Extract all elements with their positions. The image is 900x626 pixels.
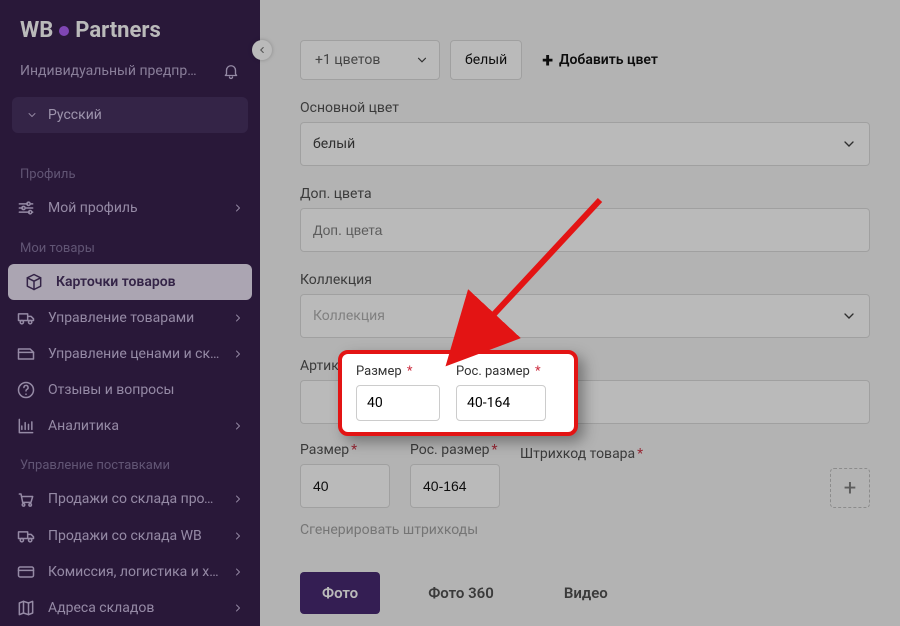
size-row: Размер* Рос. размер* Штрихкод товара* + [300, 442, 870, 508]
chevron-right-icon [232, 602, 244, 614]
nav-prices[interactable]: Управление ценами и скидками [0, 336, 260, 372]
delivery-icon [16, 526, 36, 546]
nav-label: Продажи со склада продавца [48, 491, 220, 507]
tab-photo[interactable]: Фото [300, 572, 380, 614]
chevron-right-icon [232, 530, 244, 542]
chevron-right-icon [232, 312, 244, 324]
logo-wb: WB [20, 18, 53, 43]
truck-icon [16, 308, 36, 328]
ros-size-label: Рос. размер* [410, 442, 500, 458]
add-color-label: Добавить цвет [559, 52, 658, 68]
main-color-select[interactable]: белый [300, 122, 870, 166]
color-chip[interactable]: белый [450, 40, 522, 80]
main-form: +1 цветов белый + Добавить цвет Основной… [260, 0, 900, 626]
collection-label: Коллекция [300, 272, 870, 288]
nav-cards[interactable]: Карточки товаров [8, 264, 252, 300]
box-icon [24, 272, 44, 292]
nav-label: Аналитика [48, 418, 220, 434]
chevron-right-icon [232, 348, 244, 360]
collection-select[interactable]: Коллекция [300, 294, 870, 338]
hl-ros-size-label: Рос. размер * [456, 364, 546, 379]
ros-size-input[interactable] [410, 464, 500, 508]
colors-dropdown[interactable]: +1 цветов [300, 40, 440, 80]
sidebar-collapse-button[interactable] [252, 40, 272, 60]
size-label: Размер* [300, 442, 390, 458]
nav-wb-wh[interactable]: Продажи со склада WB [0, 518, 260, 554]
chevron-down-icon [26, 109, 38, 121]
chevron-down-icon [415, 53, 429, 67]
wallet-icon [16, 562, 36, 582]
media-tabs: Фото Фото 360 Видео [300, 572, 870, 614]
nav-label: Карточки товаров [56, 274, 236, 290]
hl-size-label: Размер * [356, 364, 440, 379]
chevron-down-icon [841, 136, 857, 152]
section-goods: Мои товары [0, 227, 260, 264]
extra-colors-label: Доп. цвета [300, 186, 870, 202]
chart-icon [16, 416, 36, 436]
add-color-button[interactable]: + Добавить цвет [532, 48, 668, 72]
nav-label: Управление ценами и скидками [48, 346, 220, 362]
main-color-label: Основной цвет [300, 100, 870, 116]
nav-my-profile[interactable]: Мой профиль [0, 190, 260, 226]
collection-placeholder: Коллекция [313, 308, 385, 324]
nav-label: Отзывы и вопросы [48, 382, 244, 398]
nav-commission[interactable]: Комиссия, логистика и хранение [0, 554, 260, 590]
plus-icon: + [542, 48, 553, 72]
logo-dot-icon [59, 26, 69, 36]
org-name: Индивидуальный предпр… [20, 63, 197, 79]
cart-icon [16, 489, 36, 509]
tab-video[interactable]: Видео [542, 572, 630, 614]
chevron-right-icon [232, 493, 244, 505]
size-input[interactable] [300, 464, 390, 508]
main-color-value: белый [313, 136, 355, 152]
org-row[interactable]: Индивидуальный предпр… [0, 53, 260, 89]
section-supply: Управление поставками [0, 444, 260, 481]
size-field[interactable] [313, 465, 377, 507]
nav-label: Управление товарами [48, 310, 220, 326]
chevron-right-icon [232, 202, 244, 214]
nav-analytics[interactable]: Аналитика [0, 408, 260, 444]
logo: WB Partners [0, 0, 260, 53]
nav-label: Адреса складов [48, 600, 220, 616]
question-icon [16, 380, 36, 400]
extra-colors-field[interactable] [313, 209, 857, 251]
color-chip-label: белый [465, 52, 507, 68]
color-row: +1 цветов белый + Добавить цвет [300, 40, 870, 80]
colors-dropdown-label: +1 цветов [315, 52, 380, 68]
nav-seller-wh[interactable]: Продажи со склада продавца [0, 481, 260, 517]
add-barcode-button[interactable]: + [830, 468, 870, 508]
chevron-right-icon [232, 566, 244, 578]
ros-size-field[interactable] [423, 465, 487, 507]
sliders-icon [16, 198, 36, 218]
chevron-down-icon [841, 308, 857, 324]
nav-label: Комиссия, логистика и хранение [48, 564, 220, 580]
sidebar: WB Partners Индивидуальный предпр… Русск… [0, 0, 260, 626]
chevron-right-icon [232, 420, 244, 432]
price-tag-icon [16, 344, 36, 364]
map-icon [16, 598, 36, 618]
bell-icon[interactable] [222, 62, 240, 80]
extra-colors-input[interactable] [300, 208, 870, 252]
language-selector[interactable]: Русский [12, 97, 248, 133]
nav-manage-goods[interactable]: Управление товарами [0, 300, 260, 336]
nav-addresses[interactable]: Адреса складов [0, 590, 260, 626]
section-profile: Профиль [0, 153, 260, 190]
barcode-label: Штрихкод товара* [520, 446, 870, 462]
hl-ros-size-value[interactable]: 40-164 [456, 385, 546, 421]
logo-rest: Partners [75, 18, 160, 43]
nav-reviews[interactable]: Отзывы и вопросы [0, 372, 260, 408]
tab-photo360[interactable]: Фото 360 [406, 572, 516, 614]
nav-label: Мой профиль [48, 200, 220, 216]
language-label: Русский [48, 107, 102, 123]
generate-barcodes-link[interactable]: Сгенерировать штрихкоды [300, 522, 870, 538]
hl-size-value[interactable]: 40 [356, 385, 440, 421]
nav-label: Продажи со склада WB [48, 528, 220, 544]
highlight-size-box: Размер * 40 Рос. размер * 40-164 [338, 350, 578, 436]
